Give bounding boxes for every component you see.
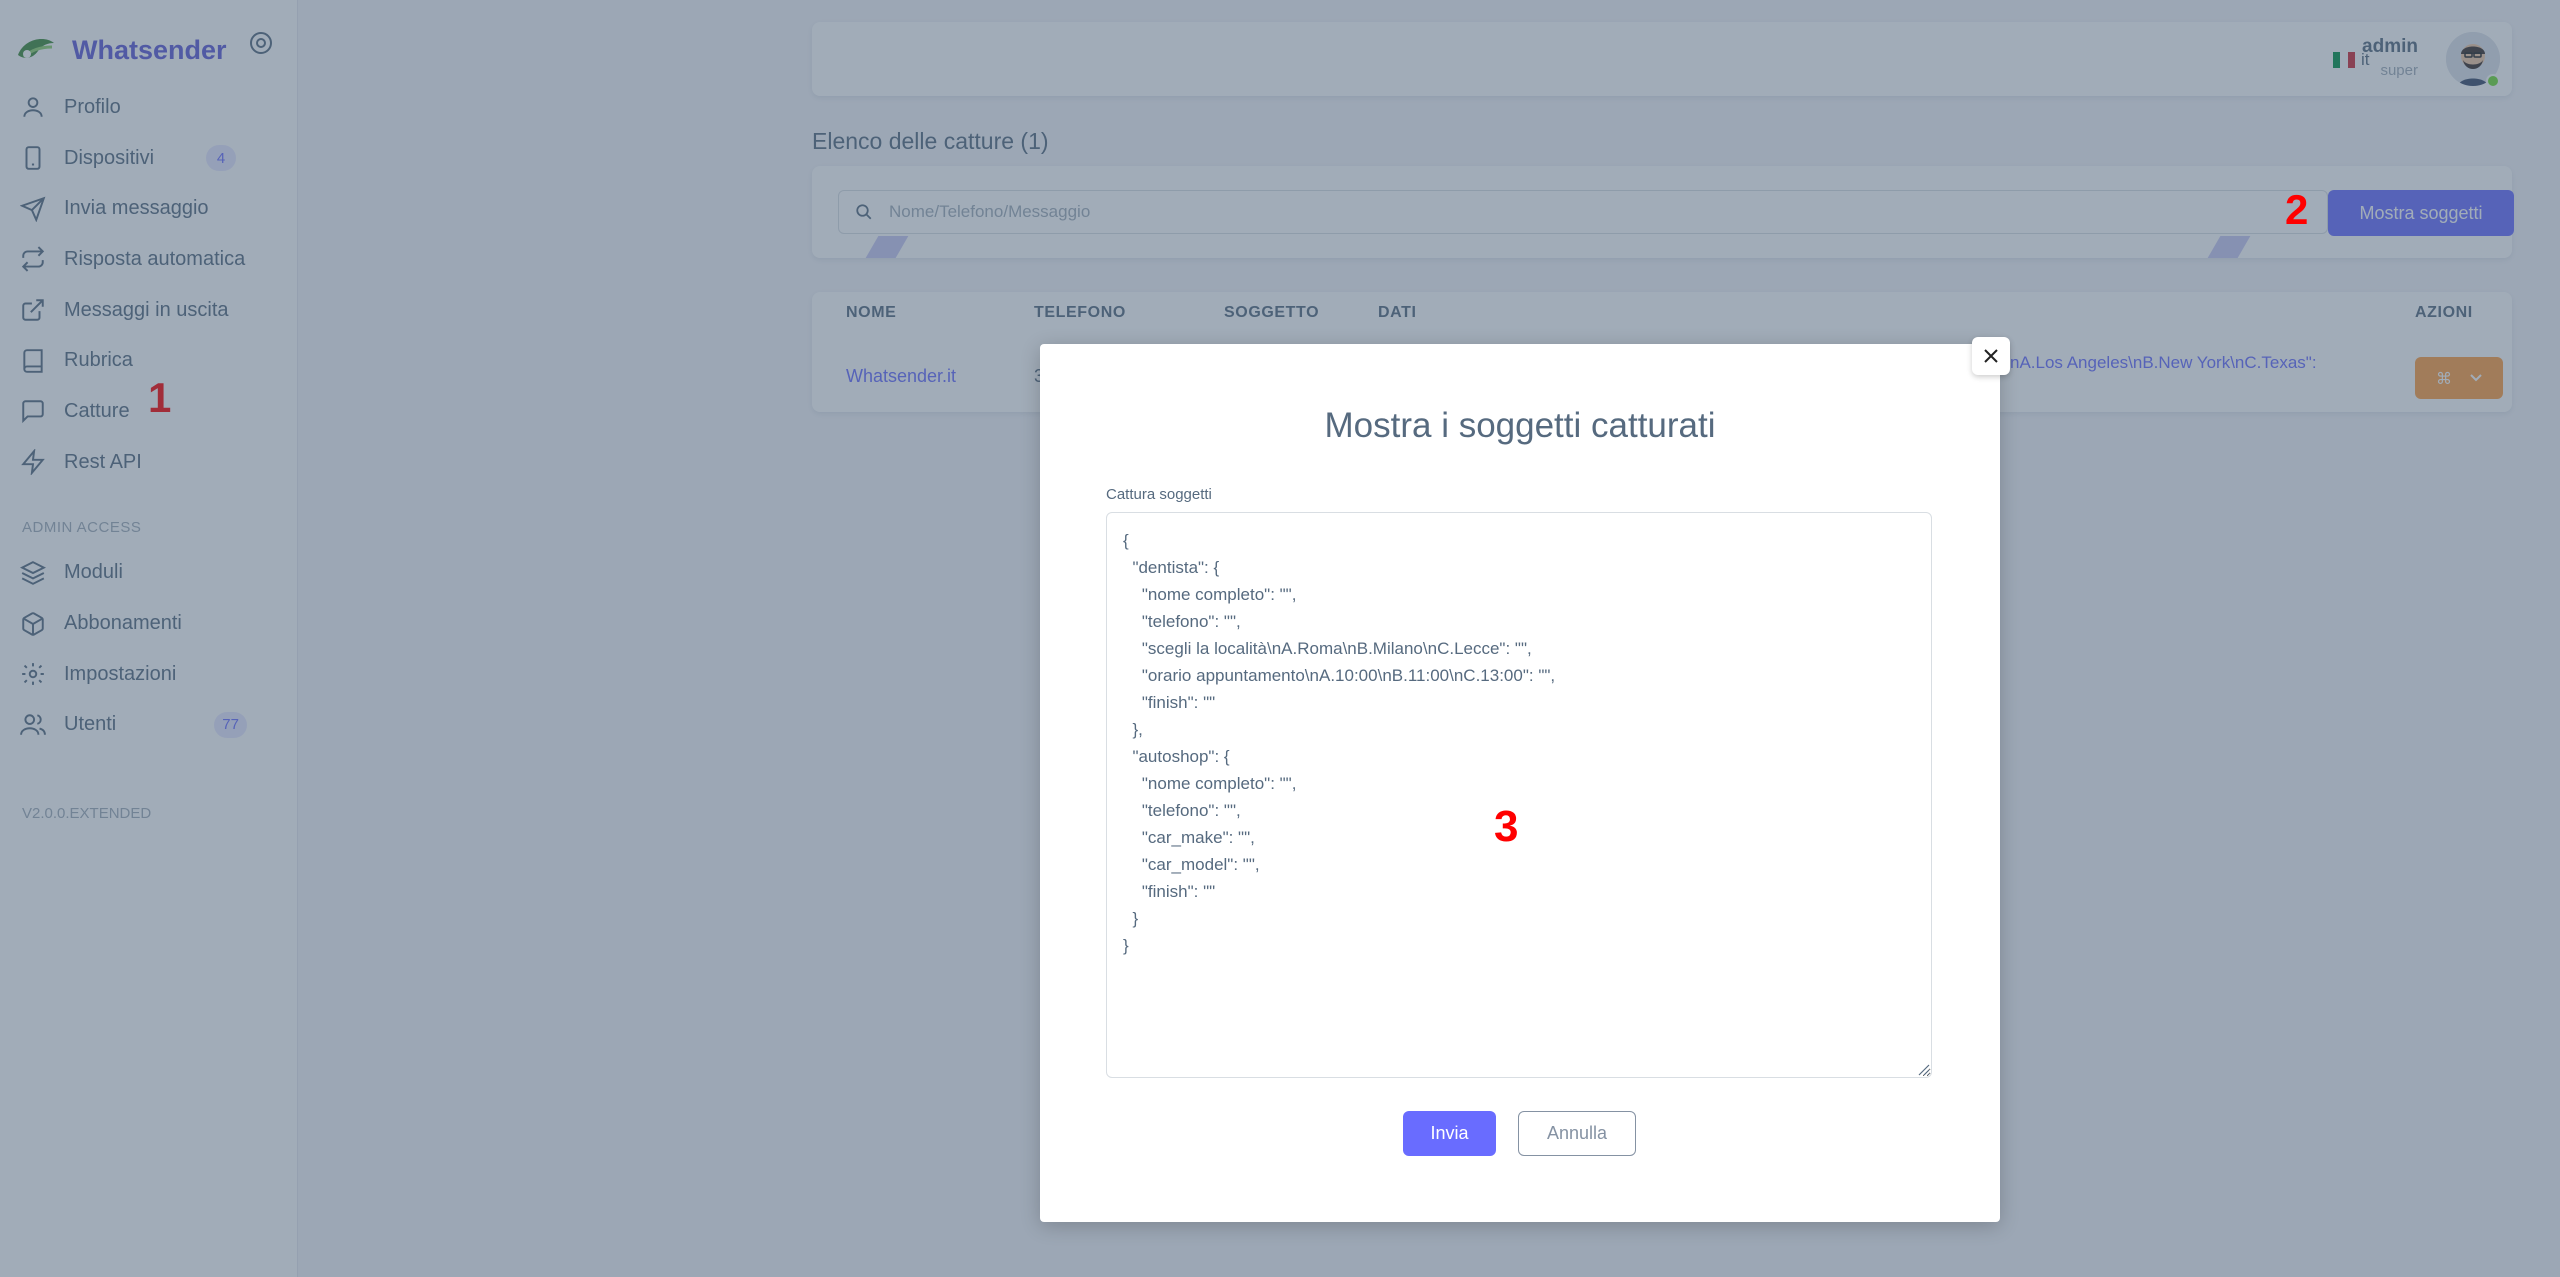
subjects-textarea[interactable]: { "dentista": { "nome completo": "", "te… <box>1106 512 1932 1078</box>
annotation-marker-2: 2 <box>2285 186 2309 233</box>
modal-close-button[interactable] <box>1972 337 2010 375</box>
close-icon <box>1984 349 1998 363</box>
subjects-modal: Mostra i soggetti catturati Cattura sogg… <box>1040 344 2000 1222</box>
modal-title: Mostra i soggetti catturati <box>1324 406 1716 445</box>
annotation-marker-3: 3 <box>1494 802 1519 851</box>
submit-button[interactable]: Invia <box>1403 1111 1496 1156</box>
resize-grip-icon[interactable] <box>1916 1062 1930 1076</box>
field-label: Cattura soggetti <box>1106 486 1212 503</box>
cancel-button[interactable]: Annulla <box>1518 1111 1636 1156</box>
